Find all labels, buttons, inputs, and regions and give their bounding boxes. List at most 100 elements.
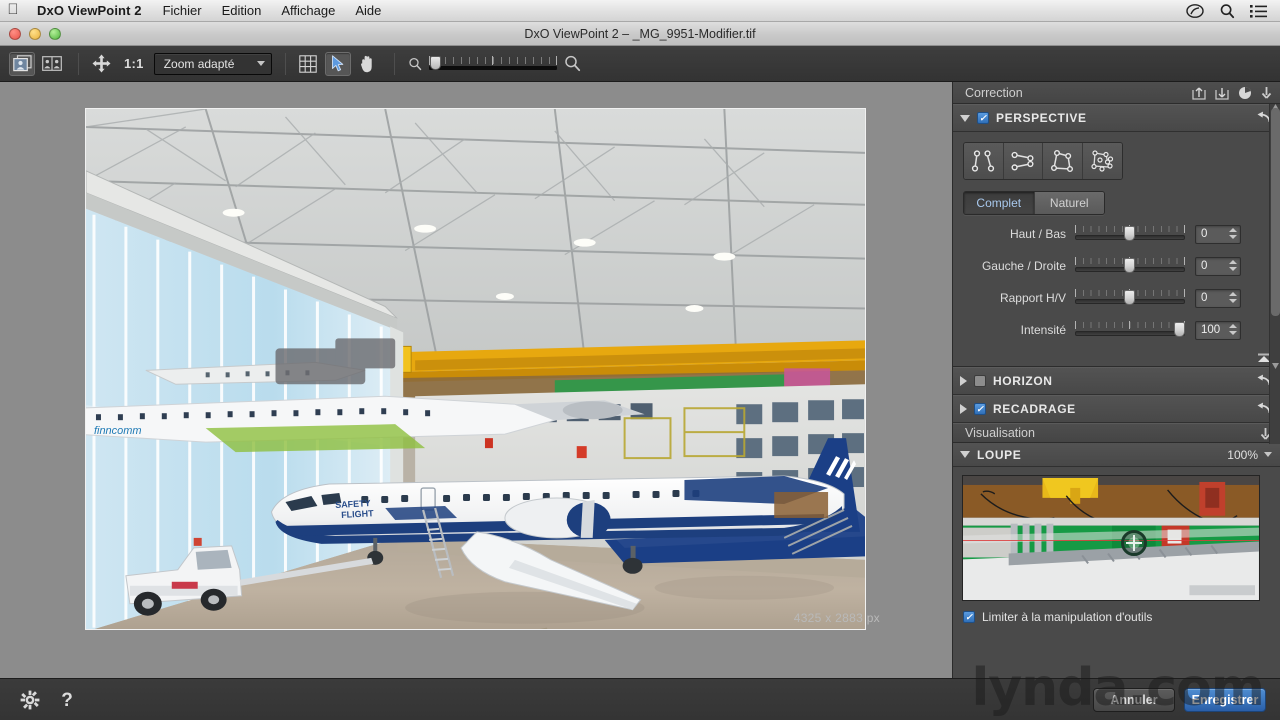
toolbar-divider-3 <box>393 52 395 75</box>
slider-label-intensite: Intensité <box>1020 323 1066 337</box>
scroll-down-arrow-icon[interactable] <box>1272 362 1279 369</box>
image-canvas[interactable]: finncomm SAFETY FLIGHT 4325 x 2883 px <box>0 82 952 700</box>
disclosure-triangle-closed-icon[interactable] <box>960 404 967 414</box>
section-header-horizon[interactable]: HORIZON <box>953 367 1280 395</box>
spinner-rapport-hv[interactable]: 0 <box>1195 288 1241 308</box>
import-settings-icon[interactable] <box>1215 86 1229 100</box>
slider-thumb[interactable] <box>1124 258 1135 273</box>
cancel-button[interactable]: Annuler <box>1093 687 1175 712</box>
creative-cloud-icon[interactable] <box>1186 3 1204 19</box>
help-question-icon[interactable]: ? <box>60 690 74 710</box>
zoom-ratio-label[interactable]: 1:1 <box>118 56 154 71</box>
spinner-intensite[interactable]: 100 <box>1195 320 1241 340</box>
horizon-enable-checkbox[interactable] <box>974 375 986 387</box>
grid-overlay-button[interactable] <box>295 52 321 76</box>
save-button[interactable]: Enregistrer <box>1184 687 1266 712</box>
toolbar-divider-1 <box>78 52 79 75</box>
menu-item-edition[interactable]: Edition <box>212 3 272 18</box>
correction-panel-header-icons <box>1192 86 1272 100</box>
export-settings-icon[interactable] <box>1192 86 1206 100</box>
visualisation-panel-header: Visualisation <box>953 423 1280 443</box>
loupe-section-header[interactable]: LOUPE 100% <box>953 443 1280 467</box>
slider-ticks <box>1075 322 1185 328</box>
preferences-gear-icon[interactable] <box>20 690 40 710</box>
magnifier-small-icon[interactable] <box>408 57 422 71</box>
disclosure-triangle-closed-icon[interactable] <box>960 376 967 386</box>
spinner-value-intensite: 100 <box>1201 324 1221 336</box>
slider-thumb[interactable] <box>1124 226 1135 241</box>
apple-logo-icon[interactable]:  <box>0 2 26 19</box>
compare-before-after-icon[interactable] <box>1238 86 1252 100</box>
spinner-arrows <box>1229 227 1237 239</box>
spinner-down-icon[interactable] <box>1229 234 1237 239</box>
slider-thumb[interactable] <box>1174 322 1185 337</box>
zoom-mode-select[interactable]: Zoom adapté <box>153 52 272 75</box>
two-vertical-lines-tool[interactable] <box>964 143 1004 179</box>
section-title-loupe: LOUPE <box>977 447 1022 462</box>
spinner-down-icon[interactable] <box>1229 330 1237 335</box>
spinner-haut-bas[interactable]: 0 <box>1195 224 1241 244</box>
section-header-perspective[interactable]: PERSPECTIVE <box>953 104 1280 132</box>
spinner-arrows <box>1229 259 1237 271</box>
slider-row-gauche-droite: Gauche / Droite 0 <box>963 253 1270 279</box>
slider-tick-start <box>1075 321 1076 329</box>
section-header-recadrage[interactable]: RECADRAGE <box>953 395 1280 423</box>
mode-complet-button[interactable]: Complet <box>964 192 1035 214</box>
spinner-down-icon[interactable] <box>1229 266 1237 271</box>
spinner-arrows <box>1229 323 1237 335</box>
loupe-preview-image <box>963 476 1259 600</box>
limit-tools-checkbox[interactable] <box>963 611 975 623</box>
menu-item-affichage[interactable]: Affichage <box>271 3 345 18</box>
zoom-slider[interactable] <box>428 55 557 72</box>
loupe-preview[interactable] <box>962 475 1260 601</box>
loupe-zoom-level: 100% <box>1227 447 1258 462</box>
notification-center-icon[interactable] <box>1250 3 1268 19</box>
single-image-view-button[interactable] <box>9 51 35 76</box>
collapse-panel-icon[interactable] <box>1261 86 1272 99</box>
four-points-rectangle-tool[interactable] <box>1043 143 1083 179</box>
spinner-up-icon[interactable] <box>1229 259 1237 264</box>
slider-thumb[interactable] <box>1124 290 1135 305</box>
photo-frame[interactable]: finncomm SAFETY FLIGHT <box>85 108 866 630</box>
menu-item-fichier[interactable]: Fichier <box>153 3 212 18</box>
system-menu-bar:  DxO ViewPoint 2 Fichier Edition Affich… <box>0 0 1280 22</box>
compare-view-button[interactable] <box>39 52 65 76</box>
spinner-up-icon[interactable] <box>1229 291 1237 296</box>
zoom-slider-ticks <box>428 56 557 64</box>
slider-haut-bas[interactable] <box>1075 225 1185 243</box>
magnifier-large-icon[interactable] <box>564 55 581 72</box>
pan-tool-button[interactable] <box>88 52 114 76</box>
perspective-quad-icon <box>1051 150 1074 173</box>
correction-panel-scrollbar[interactable] <box>1269 104 1280 444</box>
disclosure-triangle-open-icon[interactable] <box>960 451 970 458</box>
hand-tool-button[interactable] <box>355 52 381 76</box>
zoom-slider-thumb[interactable] <box>429 55 441 70</box>
disclosure-triangle-open-icon[interactable] <box>960 114 970 122</box>
scrollbar-thumb[interactable] <box>1271 108 1280 316</box>
spinner-gauche-droite[interactable]: 0 <box>1195 256 1241 276</box>
mode-naturel-button[interactable]: Naturel <box>1034 192 1104 214</box>
loupe-crosshair-target[interactable] <box>1121 530 1147 556</box>
zoom-slider-group <box>408 55 581 72</box>
chevron-down-icon[interactable] <box>1264 452 1272 457</box>
zoom-slider-track-line <box>428 65 557 70</box>
slider-intensite[interactable] <box>1075 321 1185 339</box>
slider-label-haut-bas: Haut / Bas <box>1009 227 1066 241</box>
selection-tool-button[interactable] <box>324 51 351 76</box>
stacked-images-icon <box>12 55 32 72</box>
two-horizontal-lines-tool[interactable] <box>1003 143 1043 179</box>
eight-points-tool[interactable] <box>1082 143 1122 179</box>
perspective-enable-checkbox[interactable] <box>977 112 989 124</box>
recadrage-enable-checkbox[interactable] <box>974 403 986 415</box>
slider-gauche-droite[interactable] <box>1075 257 1185 275</box>
slider-row-haut-bas: Haut / Bas 0 <box>963 221 1270 247</box>
slider-rapport-hv[interactable] <box>1075 289 1185 307</box>
menu-item-aide[interactable]: Aide <box>345 3 391 18</box>
spinner-down-icon[interactable] <box>1229 298 1237 303</box>
spinner-up-icon[interactable] <box>1229 323 1237 328</box>
menu-app-name[interactable]: DxO ViewPoint 2 <box>26 3 153 18</box>
spinner-up-icon[interactable] <box>1229 227 1237 232</box>
spotlight-search-icon[interactable] <box>1218 3 1236 19</box>
svg-text:finncomm: finncomm <box>94 425 142 437</box>
slider-row-rapport-hv: Rapport H/V 0 <box>963 285 1270 311</box>
